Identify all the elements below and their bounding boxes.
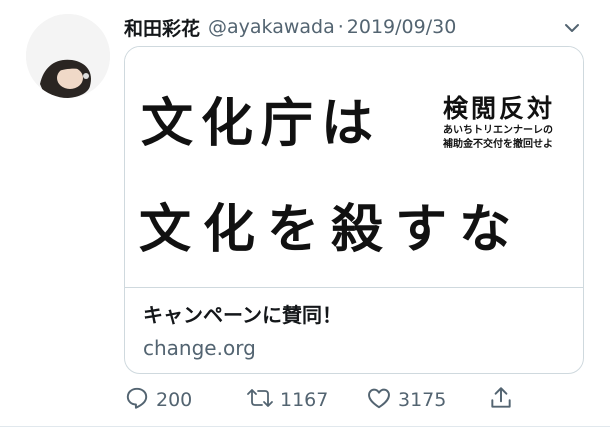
retweet-count: 1167 [280,389,329,411]
tweet-header: 和田彩花 @ayakawada · 2019/09/30 [124,12,582,42]
like-count: 3175 [398,389,447,411]
reply-count: 200 [156,389,193,411]
card-title[interactable]: キャンペーンに賛同！ [143,299,567,328]
bottom-divider [0,426,610,427]
separator-dot: · [337,16,344,38]
card-domain[interactable]: change.org [143,336,567,360]
share-button[interactable] [488,385,514,415]
retweet-button[interactable]: 1167 [246,385,366,415]
author-handle[interactable]: @ayakawada [208,16,335,38]
image-text-sub2: 補助金不交付を撤回せよ [443,139,553,150]
heart-icon [366,385,392,415]
tweet-actions: 200 1167 3175 [124,384,544,416]
share-icon [488,385,514,415]
avatar[interactable] [26,14,110,98]
avatar-image [26,14,110,98]
image-text-line1: 文化庁は [141,94,382,154]
reply-icon [124,385,150,415]
reply-button[interactable]: 200 [124,385,246,415]
chevron-down-icon[interactable] [562,18,582,38]
retweet-icon [246,385,274,415]
tweet-date[interactable]: 2019/09/30 [347,16,457,38]
image-text-line2: 文化を殺すな [139,200,524,260]
card-image[interactable]: 文化庁は 検閲反対 あいちトリエンナーレの 補助金不交付を撤回せよ 文化を殺すな [125,47,583,288]
image-text-heading: 検閲反対 [443,94,556,123]
image-text-sub1: あいちトリエンナーレの [443,125,553,136]
author-name[interactable]: 和田彩花 [124,14,200,41]
like-button[interactable]: 3175 [366,385,488,415]
link-card[interactable]: 文化庁は 検閲反対 あいちトリエンナーレの 補助金不交付を撤回せよ 文化を殺すな… [124,46,584,374]
card-text[interactable]: キャンペーンに賛同！ change.org [143,299,567,360]
